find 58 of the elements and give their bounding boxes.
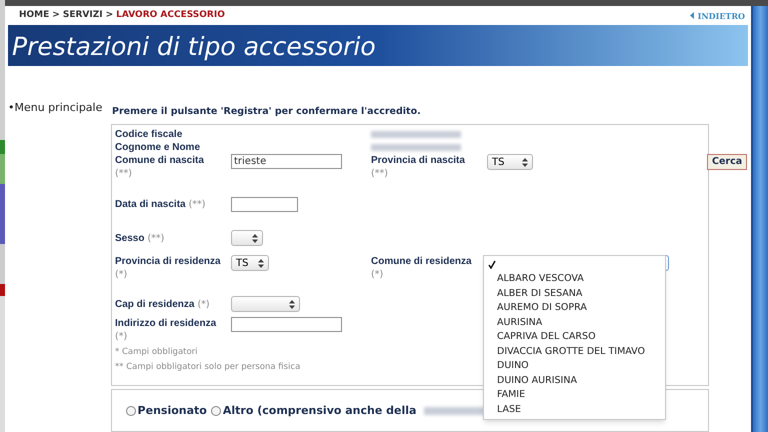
dropdown-option[interactable]: DIVACCIA GROTTE DEL TIMAVO <box>484 344 665 360</box>
required-hint: (**) <box>147 232 164 245</box>
banner-title: Prestazioni di tipo accessorio <box>12 32 376 62</box>
required-hint: (*) <box>371 268 384 282</box>
dropdown-option[interactable]: DUINO <box>484 359 665 374</box>
back-link[interactable]: INDIETRO <box>690 10 745 22</box>
dropdown-option[interactable]: CAPRIVA DEL CARSO <box>484 330 665 345</box>
search-button[interactable]: Cerca <box>707 154 748 170</box>
dropdown-option[interactable]: LASE <box>484 402 665 418</box>
dropdown-option[interactable]: AUREMO DI SOPRA <box>484 301 665 316</box>
updown-icon <box>252 234 258 243</box>
dropdown-option[interactable]: ALBARO VESCOVA <box>484 272 665 287</box>
updown-icon <box>522 158 528 167</box>
select-value: TS <box>492 156 504 170</box>
field-label: Comune di residenza <box>371 255 472 268</box>
select-field[interactable]: TS <box>231 255 269 272</box>
updown-icon <box>289 300 295 309</box>
dropdown-option[interactable]: AURISINA <box>484 316 665 330</box>
field-label: Cap di residenza <box>115 298 194 311</box>
footnote: ** Campi obbligatori solo per persona fisica <box>115 361 300 374</box>
field-label: Provincia di nascita <box>371 154 465 168</box>
radio-option[interactable]: Altro (comprensivo anche della <box>210 404 416 418</box>
field-label: Cognome e Nome <box>115 141 200 154</box>
breadcrumb-link[interactable]: LAVORO ACCESSORIO <box>116 8 225 22</box>
footnote: * Campi obbligatori <box>115 346 198 360</box>
left-triangle-icon <box>690 12 694 19</box>
text-input[interactable] <box>231 196 298 212</box>
required-hint: (*) <box>115 330 128 344</box>
updown-icon <box>258 258 264 268</box>
text-input[interactable]: trieste <box>231 154 342 170</box>
field-label: Provincia di residenza <box>115 255 221 268</box>
select-field[interactable] <box>231 296 300 312</box>
required-hint: (**) <box>371 167 388 180</box>
breadcrumb-link[interactable]: SERVIZI <box>62 8 103 22</box>
breadcrumb-separator: > <box>106 8 114 22</box>
required-hint: (**) <box>188 198 206 211</box>
breadcrumb-link[interactable]: HOME <box>19 8 50 22</box>
radio-option[interactable]: Pensionato <box>126 404 207 418</box>
dropdown-option[interactable]: ALBER DI SESANA <box>484 286 665 302</box>
sidebar-menu-link[interactable]: •Menu principale <box>8 100 111 116</box>
select-value: TS <box>236 256 248 271</box>
field-label: Comune di nascita <box>115 154 204 168</box>
dropdown-option[interactable]: DUINO AURISINA <box>484 374 665 388</box>
required-hint: (*) <box>115 268 128 282</box>
radio-button[interactable] <box>126 406 136 416</box>
required-hint: (*) <box>197 298 210 311</box>
select-field[interactable]: TS <box>487 154 533 170</box>
breadcrumb-separator: > <box>52 8 60 22</box>
field-label: Codice fiscale <box>115 128 182 142</box>
field-label: Indirizzo di residenza <box>115 317 216 330</box>
text-input[interactable] <box>231 317 342 332</box>
field-label: Sesso <box>115 232 144 245</box>
required-hint: (**) <box>115 167 132 180</box>
dropdown-option[interactable]: FAMIE <box>484 388 665 403</box>
radio-button[interactable] <box>210 406 221 416</box>
select-field[interactable] <box>231 230 263 246</box>
field-label: Data di nascita <box>115 198 186 211</box>
instruction-text: Premere il pulsante 'Registra' per confermare l'accredito. <box>111 105 422 119</box>
